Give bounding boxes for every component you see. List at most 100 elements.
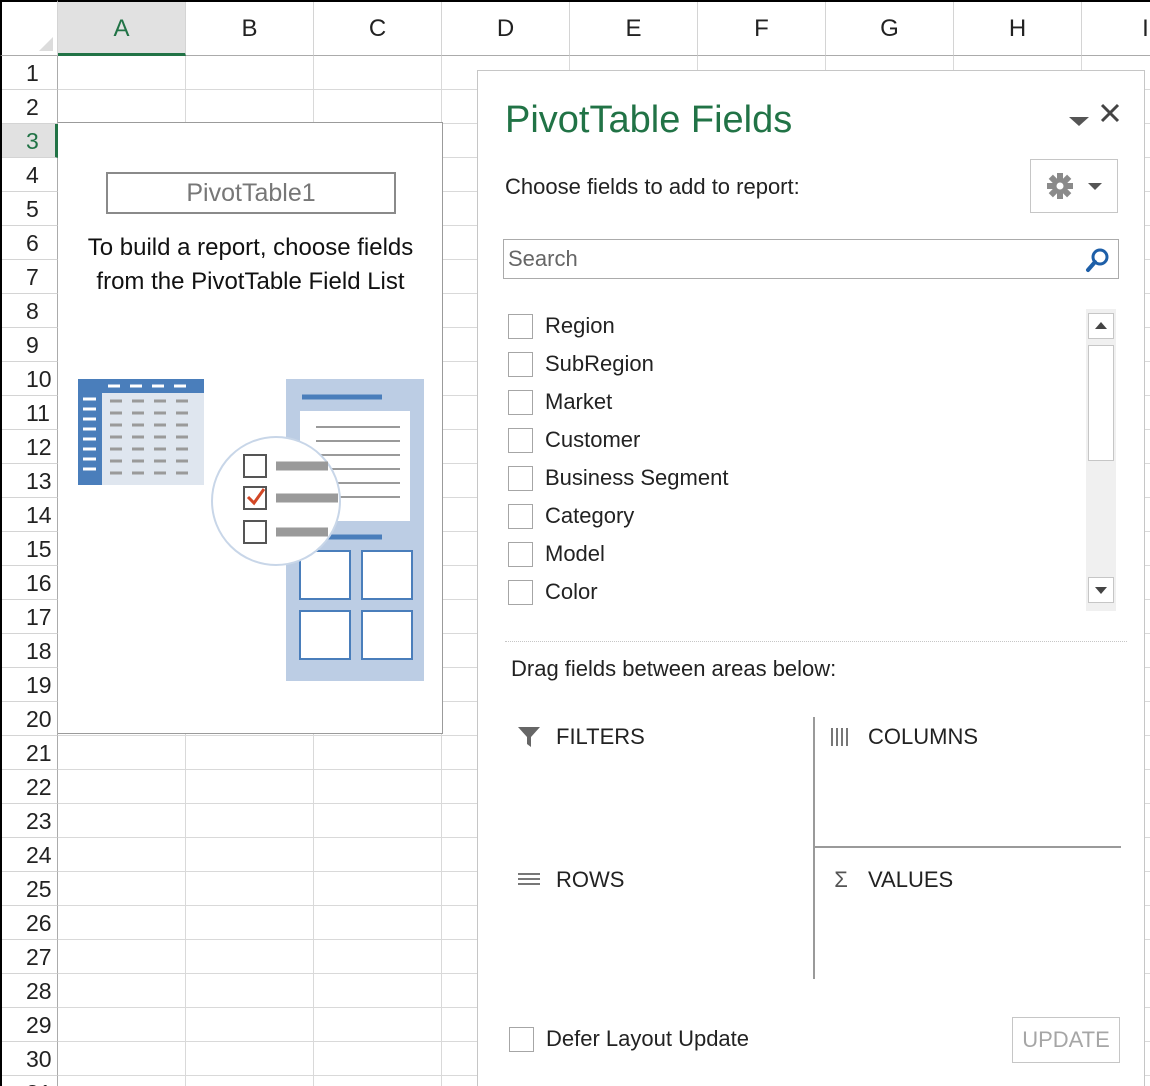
scroll-up-button[interactable] (1088, 313, 1114, 339)
row-headers: 1 2 3 4 5 6 7 8 9 10 11 12 13 14 15 16 17 18 19 20 21 22 23 24 2… (0, 56, 58, 1086)
field-checkbox[interactable] (508, 465, 533, 491)
row-header-18[interactable]: 18 (2, 634, 58, 668)
scrollbar-thumb[interactable] (1088, 345, 1114, 461)
columns-drop-zone[interactable] (820, 768, 1125, 844)
column-header-g[interactable]: G (826, 2, 954, 56)
row-header-7[interactable]: 7 (2, 260, 58, 294)
column-header-f[interactable]: F (698, 2, 826, 56)
row-header-14[interactable]: 14 (2, 498, 58, 532)
row-header-1[interactable]: 1 (2, 56, 58, 90)
field-item[interactable]: SubRegion (503, 347, 1083, 381)
row-header-31[interactable]: 31 (2, 1076, 58, 1086)
pane-title: PivotTable Fields (505, 99, 793, 141)
row-header-21[interactable]: 21 (2, 736, 58, 770)
column-header-e[interactable]: E (570, 2, 698, 56)
row-header-5[interactable]: 5 (2, 192, 58, 226)
values-area[interactable]: Σ VALUES (820, 859, 1125, 987)
drag-fields-label: Drag fields between areas below: (511, 656, 837, 681)
field-checkbox[interactable] (508, 351, 533, 377)
row-header-11[interactable]: 11 (2, 396, 58, 430)
defer-layout-update[interactable]: Defer Layout Update (506, 1026, 749, 1052)
defer-layout-label: Defer Layout Update (546, 1026, 750, 1051)
row-header-8[interactable]: 8 (2, 294, 58, 328)
column-header-b[interactable]: B (186, 2, 314, 56)
filters-drop-zone[interactable] (508, 768, 813, 844)
update-button[interactable]: UPDATE (1012, 1017, 1120, 1063)
field-item[interactable]: Business Segment (503, 461, 1083, 495)
field-list-scrollbar[interactable] (1086, 309, 1116, 611)
row-header-17[interactable]: 17 (2, 600, 58, 634)
filters-area-label: FILTERS (556, 724, 645, 749)
pivottable-name-box: PivotTable1 (106, 172, 396, 214)
instruction-line-1: To build a report, choose fields (87, 234, 414, 261)
field-checkbox[interactable] (508, 579, 533, 605)
search-box (503, 239, 1119, 279)
field-list-tools-button[interactable] (1030, 159, 1118, 213)
field-item[interactable]: Market (503, 385, 1083, 419)
field-item[interactable]: Region (503, 309, 1083, 343)
field-item[interactable]: Category (503, 499, 1083, 533)
chevron-down-icon (1088, 182, 1102, 190)
field-label: SubRegion (545, 351, 654, 376)
defer-layout-checkbox[interactable] (509, 1026, 534, 1052)
areas-vertical-divider (813, 717, 815, 979)
row-header-9[interactable]: 9 (2, 328, 58, 362)
row-header-24[interactable]: 24 (2, 838, 58, 872)
row-header-26[interactable]: 26 (2, 906, 58, 940)
field-checkbox[interactable] (508, 541, 533, 567)
row-header-30[interactable]: 30 (2, 1042, 58, 1076)
columns-area[interactable]: COLUMNS (820, 716, 1125, 844)
rows-drop-zone[interactable] (508, 911, 813, 987)
row-header-27[interactable]: 27 (2, 940, 58, 974)
column-header-h[interactable]: H (954, 2, 1082, 56)
row-header-23[interactable]: 23 (2, 804, 58, 838)
row-header-2[interactable]: 2 (2, 90, 58, 124)
row-header-25[interactable]: 25 (2, 872, 58, 906)
row-header-12[interactable]: 12 (2, 430, 58, 464)
triangle-down-icon (1095, 587, 1107, 594)
search-input[interactable] (504, 240, 1078, 278)
pivottable-illustration-icon (78, 379, 424, 681)
row-header-6[interactable]: 6 (2, 226, 58, 260)
section-separator (505, 641, 1127, 642)
row-header-10[interactable]: 10 (2, 362, 58, 396)
column-headers: ABCDEFGHI (58, 0, 1150, 56)
row-header-4[interactable]: 4 (2, 158, 58, 192)
row-header-15[interactable]: 15 (2, 532, 58, 566)
close-pane-button[interactable] (1096, 99, 1124, 127)
row-header-29[interactable]: 29 (2, 1008, 58, 1042)
row-header-20[interactable]: 20 (2, 702, 58, 736)
column-header-i[interactable]: I (1082, 2, 1150, 56)
field-item[interactable]: Model (503, 537, 1083, 571)
row-header-13[interactable]: 13 (2, 464, 58, 498)
scroll-down-button[interactable] (1088, 577, 1114, 603)
rows-area[interactable]: ROWS (508, 859, 813, 987)
row-header-28[interactable]: 28 (2, 974, 58, 1008)
pivottable-placeholder[interactable]: PivotTable1 To build a report, choose fi… (58, 122, 443, 734)
field-checkbox[interactable] (508, 389, 533, 415)
filter-icon (516, 727, 542, 747)
row-header-19[interactable]: 19 (2, 668, 58, 702)
row-header-22[interactable]: 22 (2, 770, 58, 804)
pivottable-fields-pane: PivotTable Fields Choose fields to add t… (477, 70, 1145, 1086)
field-checkbox[interactable] (508, 313, 533, 339)
triangle-up-icon (1095, 322, 1107, 329)
areas-horizontal-divider (815, 846, 1121, 848)
field-item[interactable]: Customer (503, 423, 1083, 457)
columns-area-label: COLUMNS (868, 724, 979, 749)
field-label: Customer (545, 427, 641, 452)
field-item[interactable]: Color (503, 575, 1083, 609)
column-header-d[interactable]: D (442, 2, 570, 56)
field-checkbox[interactable] (508, 503, 533, 529)
values-drop-zone[interactable] (820, 911, 1125, 987)
row-header-16[interactable]: 16 (2, 566, 58, 600)
field-label: Category (545, 503, 635, 528)
select-all-corner[interactable] (0, 0, 58, 56)
field-checkbox[interactable] (508, 427, 533, 453)
filters-area[interactable]: FILTERS (508, 716, 813, 844)
column-header-c[interactable]: C (314, 2, 442, 56)
search-icon[interactable] (1084, 246, 1112, 274)
row-header-3[interactable]: 3 (2, 124, 58, 158)
pane-options-dropdown[interactable] (1067, 109, 1091, 133)
column-header-a[interactable]: A (58, 2, 186, 56)
